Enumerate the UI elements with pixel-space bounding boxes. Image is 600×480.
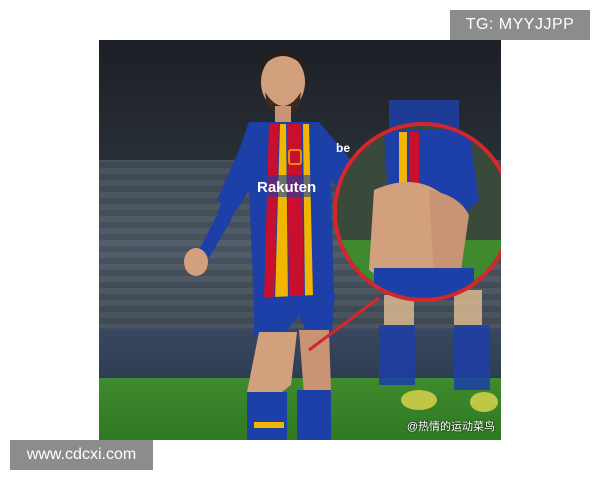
jersey-sleeve-text: be [336, 141, 350, 155]
club-crest-icon [288, 149, 302, 165]
photo: Rakuten be @热情的运动菜鸟 [99, 40, 501, 440]
player-scene: Rakuten be [184, 50, 501, 440]
photo-credit: @热情的运动菜鸟 [406, 421, 495, 433]
jersey-sponsor-text: Rakuten [257, 179, 316, 196]
main-player: Rakuten be [184, 50, 351, 440]
watermark-top: TG: MYYJJPP [450, 10, 590, 40]
watermark-bottom: www.cdcxi.com [10, 440, 153, 470]
